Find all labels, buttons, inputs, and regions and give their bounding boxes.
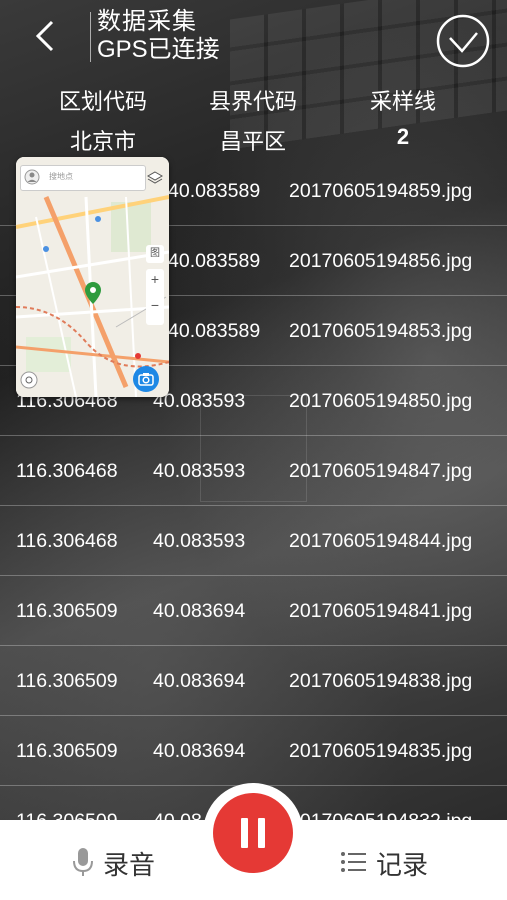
filename: 20170605194835.jpg — [289, 740, 473, 762]
zoom-in-icon[interactable]: + — [146, 271, 164, 287]
region-value: 北京市 — [69, 129, 136, 154]
microphone-icon[interactable] — [72, 846, 94, 878]
header-divider — [90, 12, 91, 62]
location-pin-icon — [85, 282, 101, 304]
records-button[interactable]: 记录 — [376, 845, 428, 882]
info-header-row: 区划代码 县界代码 采样线 — [0, 84, 507, 114]
longitude: 116.306468 — [16, 530, 118, 552]
latitude: 40.083589 — [168, 180, 261, 202]
list-item[interactable]: 116.306509 40.083694 20170605194835.jpg — [0, 716, 507, 786]
camera-icon — [138, 373, 154, 386]
layers-icon[interactable] — [147, 170, 163, 186]
county-value: 昌平区 — [219, 129, 286, 154]
latitude: 40.083593 — [153, 530, 246, 552]
latitude: 40.083589 — [168, 250, 261, 272]
latitude: 40.083589 — [168, 320, 261, 342]
filename: 20170605194847.jpg — [289, 460, 473, 482]
filename: 20170605194853.jpg — [289, 320, 473, 342]
sample-line-label: 采样线 — [369, 89, 436, 114]
locate-icon[interactable] — [20, 371, 38, 389]
screen: 数据采集 GPS已连接 区划代码 县界代码 采样线 北京市 昌平区 2 40.0… — [0, 0, 507, 900]
back-arrow-icon[interactable] — [30, 18, 60, 54]
pause-button[interactable] — [213, 793, 293, 873]
zoom-out-icon[interactable]: − — [146, 297, 164, 313]
map-layer-button[interactable]: 图 — [146, 245, 164, 263]
info-value-row: 北京市 昌平区 2 — [0, 124, 507, 154]
latitude: 40.083593 — [153, 460, 246, 482]
list-icon[interactable] — [340, 850, 368, 874]
latitude: 40.083694 — [153, 740, 246, 762]
filename: 20170605194838.jpg — [289, 670, 473, 692]
user-icon[interactable] — [24, 169, 40, 185]
page-title: 数据采集 — [97, 8, 197, 35]
county-code-label: 县界代码 — [208, 89, 297, 114]
sample-line-value: 2 — [396, 124, 410, 149]
filename: 20170605194844.jpg — [289, 530, 473, 552]
zoom-control: + − — [146, 269, 164, 325]
latitude: 40.083694 — [153, 670, 246, 692]
list-item[interactable]: 116.306509 40.083694 20170605194841.jpg — [0, 576, 507, 646]
latitude: 40.083694 — [153, 600, 246, 622]
pause-icon — [241, 818, 248, 848]
list-item[interactable]: 116.306468 40.083593 20170605194844.jpg — [0, 506, 507, 576]
check-circle-icon[interactable] — [436, 14, 490, 68]
filename: 20170605194850.jpg — [289, 390, 473, 412]
mini-map[interactable]: 搜地点 图 + − — [16, 157, 169, 397]
header: 数据采集 GPS已连接 — [0, 0, 507, 80]
list-item[interactable]: 116.306509 40.083694 20170605194838.jpg — [0, 646, 507, 716]
list-item[interactable]: 116.306468 40.083593 20170605194847.jpg — [0, 436, 507, 506]
record-audio-button[interactable]: 录音 — [103, 845, 155, 882]
pause-icon — [258, 818, 265, 848]
filename: 20170605194841.jpg — [289, 600, 473, 622]
map-search-input[interactable]: 搜地点 — [20, 165, 146, 191]
region-code-label: 区划代码 — [58, 89, 147, 114]
filename: 20170605194856.jpg — [289, 250, 473, 272]
map-search-placeholder: 搜地点 — [49, 172, 73, 181]
longitude: 116.306509 — [16, 670, 118, 692]
filename: 20170605194859.jpg — [289, 180, 473, 202]
longitude: 116.306509 — [16, 600, 118, 622]
longitude: 116.306509 — [16, 740, 118, 762]
longitude: 116.306468 — [16, 460, 118, 482]
gps-status: GPS已连接 — [97, 36, 220, 63]
camera-button[interactable] — [133, 366, 159, 392]
